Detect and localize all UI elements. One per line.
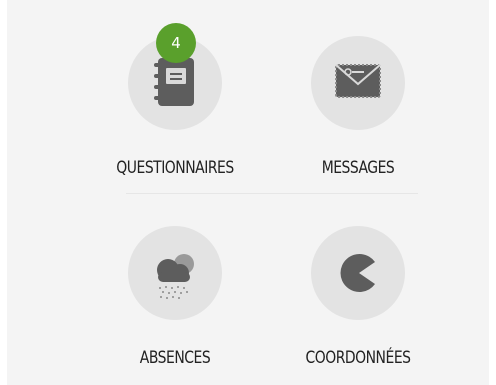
menu-panel: 4 QUESTIONNAIRES MESSAGES ABSENCES COORD… — [7, 0, 489, 385]
pacman-icon — [340, 254, 375, 292]
notification-badge: 4 — [156, 23, 196, 63]
snow-cloud-icon — [157, 254, 194, 299]
menu-item-messages[interactable]: MESSAGES — [277, 36, 437, 186]
messages-label: MESSAGES — [321, 158, 395, 178]
menu-item-coordonnees[interactable]: COORDONNÉES — [277, 226, 437, 376]
envelope-icon — [335, 64, 381, 98]
questionnaires-label: QUESTIONNAIRES — [116, 158, 234, 178]
coordonnees-label: COORDONNÉES — [305, 348, 411, 368]
absences-icon-circle — [128, 226, 222, 320]
messages-icon-circle — [311, 36, 405, 130]
menu-item-questionnaires[interactable]: 4 QUESTIONNAIRES — [94, 23, 254, 186]
absences-label: ABSENCES — [139, 348, 211, 368]
divider — [126, 193, 418, 194]
coordonnees-icon-circle — [311, 226, 405, 320]
menu-item-absences[interactable]: ABSENCES — [94, 226, 254, 376]
